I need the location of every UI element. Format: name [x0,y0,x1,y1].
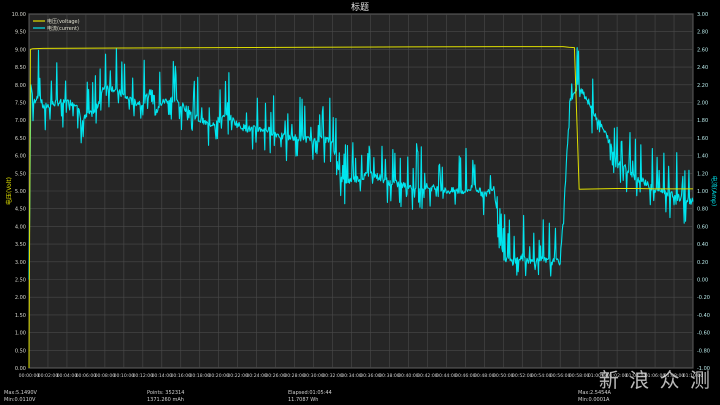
footer-stat-label: Elapsed:01:05:44 [288,390,332,396]
legend-label-current: 电流(current) [47,25,79,32]
y-left-tick-label: 8.00 [15,83,26,89]
y-right-tick-label: 0.20 [697,260,708,266]
x-tick-label: 00:50:00 [493,373,514,379]
y-left-tick-label: 3.00 [15,260,26,266]
y-left-tick-label: 8.50 [15,65,26,71]
y-left-tick-label: 3.50 [15,242,26,248]
footer-stat-sub: 11.7087 Wh [288,397,318,403]
y-left-tick-label: 4.50 [15,207,26,213]
y-right-tick-label: 2.80 [697,30,708,36]
y-left-tick-label: 1.00 [15,331,26,337]
y-right-tick-label: 1.00 [697,189,708,195]
y-right-tick-label: 0.00 [697,278,708,284]
y-right-tick-label: -0.20 [697,295,710,301]
y-right-tick-label: 2.60 [697,47,708,53]
x-tick-label: 00:56:00 [550,373,571,379]
y-left-tick-label: 2.00 [15,295,26,301]
y-left-tick-label: 9.50 [15,30,26,36]
y-left-tick-label: 0.50 [15,348,26,354]
x-tick-label: 00:46:00 [455,373,476,379]
y-left-tick-label: 2.50 [15,278,26,284]
x-tick-label: 00:04:00 [57,373,78,379]
x-tick-label: 00:34:00 [341,373,362,379]
x-tick-label: 00:16:00 [170,373,191,379]
y-left-tick-label: 5.50 [15,171,26,177]
y-right-tick-label: 2.00 [697,101,708,107]
x-tick-label: 00:20:00 [208,373,229,379]
x-tick-label: 00:08:00 [95,373,116,379]
y-right-tick-label: 1.60 [697,136,708,142]
chart-svg: 标题 0.00 0.50 1.00 1.50 2.00 2.50 3.00 3.50 4.00 4.… [4,1,718,403]
y-right-tick-label: 0.80 [697,207,708,213]
x-tick-label: 00:40:00 [398,373,419,379]
x-tick-label: 00:10:00 [114,373,135,379]
x-tick-label: 00:54:00 [531,373,552,379]
x-tick-label: 00:18:00 [189,373,210,379]
footer-stat-sub: 1371.260 mAh [147,397,184,403]
y-left-tick-label: 6.50 [15,136,26,142]
x-tick-label: 00:36:00 [360,373,381,379]
x-tick-label: 00:22:00 [227,373,248,379]
x-tick-label: 00:02:00 [38,373,59,379]
y-right-tick-label: 1.20 [697,171,708,177]
footer-stat-sub: Min:0.0110V [4,397,36,403]
x-tick-label: 00:58:00 [569,373,590,379]
y-left-tick-label: 7.50 [15,101,26,107]
footer-stat-label: Max:5.1490V [4,390,38,396]
y-left-tick-label: 7.00 [15,118,26,124]
footer-stat-label: Points: 352314 [147,390,184,396]
y-right-tick-label: 3.00 [697,12,708,18]
y-right-axis-label: 电流(Amp) [710,176,718,206]
y-right-tick-label: -0.80 [697,348,710,354]
x-tick-label: 00:38:00 [379,373,400,379]
x-tick-label: 00:14:00 [151,373,172,379]
y-left-tick-label: 0.00 [15,366,26,372]
y-right-tick-label: 2.40 [697,65,708,71]
chart-title: 标题 [351,1,369,13]
y-left-tick-label: 4.00 [15,224,26,230]
y-right-tick-label: 0.60 [697,224,708,230]
x-tick-label: 00:42:00 [417,373,438,379]
y-left-tick-label: 6.00 [15,154,26,160]
footer-stat-sub: Min:0.0001A [578,397,610,403]
y-left-tick-label: 5.00 [15,189,26,195]
x-tick-label: 00:48:00 [474,373,495,379]
y-right-tick-label: 1.40 [697,154,708,160]
y-left-tick-label: 1.50 [15,313,26,319]
y-left-axis-label: 电压(Volt) [5,177,13,205]
y-right-tick-label: -0.40 [697,313,710,319]
x-tick-label: 00:26:00 [265,373,286,379]
y-right-tick-label: 0.40 [697,242,708,248]
y-right-tick-label: 2.20 [697,83,708,89]
x-tick-label: 00:44:00 [436,373,457,379]
x-tick-label: 00:28:00 [284,373,305,379]
x-tick-label: 00:52:00 [512,373,533,379]
y-right-tick-label: 1.80 [697,118,708,124]
chart-window: 标题 0.00 0.50 1.00 1.50 2.00 2.50 3.00 3.50 4.00 4.… [0,0,720,405]
y-left-tick-label: 10.00 [12,12,26,18]
y-left-tick-label: 9.00 [15,47,26,53]
x-tick-label: 00:32:00 [322,373,343,379]
x-tick-label: 00:24:00 [246,373,267,379]
x-tick-label: 00:00:00 [19,373,40,379]
x-tick-label: 00:12:00 [133,373,154,379]
x-tick-label: 00:30:00 [303,373,324,379]
y-right-tick-label: -0.60 [697,331,710,337]
watermark-text: 新 浪 众 测 [598,368,712,392]
legend-label-voltage: 电压(voltage) [47,18,80,25]
x-tick-label: 00:06:00 [76,373,97,379]
